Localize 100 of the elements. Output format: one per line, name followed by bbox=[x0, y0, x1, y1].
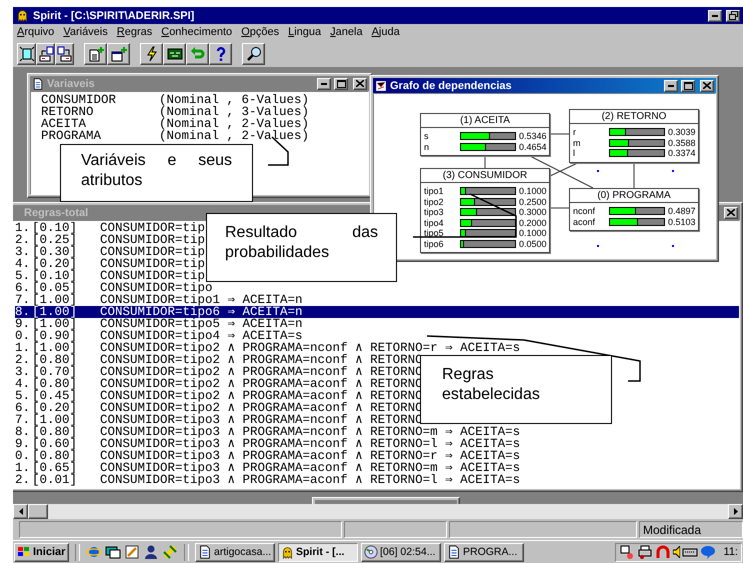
rule-weight: [0.10] bbox=[32, 270, 78, 282]
row-number: 6. bbox=[15, 402, 32, 414]
rule-row[interactable]: 1.[0.10] CONSUMIDOR=tip bbox=[15, 222, 206, 234]
close-icon bbox=[703, 82, 711, 89]
menu-item[interactable]: Regras bbox=[116, 26, 152, 38]
rule-row[interactable]: 9.[0.60] CONSUMIDOR=tipo3 ∧ PROGRAMA=nconf ∧ RETORNO=l ⇒ ACEITA=s bbox=[15, 438, 520, 450]
rule-row[interactable]: 0.[0.90] CONSUMIDOR=tipo4 ⇒ ACEITA=s bbox=[15, 330, 303, 342]
rule-row[interactable]: 8.[1.00] CONSUMIDOR=tipo6 ⇒ ACEITA=n bbox=[15, 306, 739, 318]
graph-node[interactable]: (0) PROGRAMA nconf 0.4897 aconf 0.5103 bbox=[569, 188, 699, 231]
rule-row[interactable]: 2.[0.25] CONSUMIDOR=tip bbox=[15, 234, 206, 246]
scroll-right-button[interactable] bbox=[728, 504, 743, 519]
speaker-icon bbox=[672, 546, 680, 558]
state-label: r bbox=[573, 127, 577, 138]
minimize-button[interactable] bbox=[708, 10, 722, 22]
task-button[interactable]: PROGRA... bbox=[444, 542, 524, 562]
toolbar-button[interactable] bbox=[36, 42, 55, 64]
menu-item[interactable]: Janela bbox=[330, 26, 363, 38]
toolbar-button[interactable] bbox=[209, 42, 232, 64]
probability-value: 0.2500 bbox=[519, 196, 547, 207]
minimize-button[interactable] bbox=[664, 80, 678, 92]
horizontal-scrollbar[interactable] bbox=[13, 504, 743, 519]
menu-item[interactable]: Lingua bbox=[288, 26, 322, 38]
rule-row[interactable]: 1.[0.65] CONSUMIDOR=tipo3 ∧ PROGRAMA=aconf ∧ RETORNO=m ⇒ ACEITA=s bbox=[15, 462, 520, 474]
person-icon bbox=[143, 544, 159, 560]
toolbar-button[interactable] bbox=[55, 42, 74, 64]
rule-text: CONSUMIDOR=tip bbox=[100, 246, 206, 258]
rule-text: CONSUMIDOR=tipo6 ⇒ ACEITA=n bbox=[100, 306, 303, 318]
graph-node[interactable]: (2) RETORNO r 0.3039 m 0.3588 l 0.3374 bbox=[569, 109, 699, 162]
state-label: tipo2 bbox=[424, 196, 445, 207]
toolbar-button[interactable] bbox=[242, 42, 265, 64]
rule-row[interactable]: 2.[0.01] CONSUMIDOR=tipo3 ∧ PROGRAMA=aconf ∧ RETORNO=l ⇒ ACEITA=s bbox=[15, 474, 520, 486]
rule-weight: [0.20] bbox=[32, 258, 78, 270]
rule-weight: [0.05] bbox=[32, 282, 78, 294]
state-label: tipo3 bbox=[424, 207, 445, 218]
maximize-button[interactable] bbox=[334, 78, 348, 90]
task-button[interactable]: [06] 02:54... bbox=[361, 542, 441, 562]
start-button[interactable]: Iniciar bbox=[14, 542, 69, 562]
row-number: 1. bbox=[15, 342, 32, 354]
menu-item[interactable]: Variáveis bbox=[63, 26, 108, 38]
toolbar-button[interactable] bbox=[107, 42, 130, 64]
toolbar-button[interactable] bbox=[140, 42, 163, 64]
callout-box: Resultado das probabilidades bbox=[206, 213, 397, 282]
rule-text: CONSUMIDOR=tipo3 ∧ PROGRAMA=aconf ∧ RETORNO=m ⇒ ACEITA=s bbox=[100, 462, 520, 474]
row-number: 8. bbox=[15, 426, 32, 438]
rule-text: CONSUMIDOR=tipo3 ∧ PROGRAMA=nconf ∧ RETORNO=l ⇒ ACEITA=s bbox=[100, 438, 520, 450]
graph-node[interactable]: (1) ACEITA s 0.5346 n 0.4654 bbox=[420, 113, 550, 156]
probability-value: 0.5346 bbox=[519, 131, 547, 142]
close-button[interactable] bbox=[700, 80, 714, 92]
rule-row[interactable]: 9.[1.00] CONSUMIDOR=tipo5 ⇒ ACEITA=n bbox=[15, 318, 303, 330]
scroll-left-button[interactable] bbox=[13, 504, 28, 519]
task-button[interactable]: Spirit - [... bbox=[278, 542, 358, 562]
restore-icon bbox=[728, 11, 738, 20]
rule-text: CONSUMIDOR=tipo1 ⇒ ACEITA=n bbox=[100, 294, 303, 306]
row-number: 0. bbox=[15, 330, 32, 342]
state-label: m bbox=[573, 138, 582, 148]
chat-bubble-icon bbox=[700, 544, 716, 560]
scroll-thumb[interactable] bbox=[28, 504, 48, 519]
rule-text: CONSUMIDOR=tip bbox=[100, 270, 206, 282]
rule-row[interactable]: 7.[1.00] CONSUMIDOR=tipo1 ⇒ ACEITA=n bbox=[15, 294, 303, 306]
arrow-icon bbox=[190, 46, 206, 62]
rule-row[interactable]: 3.[0.30] CONSUMIDOR=tip bbox=[15, 246, 206, 258]
rule-row[interactable]: 1.[1.00] CONSUMIDOR=tipo2 ∧ PROGRAMA=nconf ∧ RETORNO=r ⇒ ACEITA=s bbox=[15, 342, 520, 354]
toolbar-button[interactable] bbox=[163, 42, 186, 64]
variable-name: ACEITA bbox=[41, 118, 86, 130]
window-title: Spirit - [C:\SPIRIT\ADERIR.SPI] bbox=[33, 10, 194, 22]
rule-weight: [0.25] bbox=[32, 234, 78, 246]
rule-row[interactable]: 8.[0.80] CONSUMIDOR=tipo3 ∧ PROGRAMA=nconf ∧ RETORNO=m ⇒ ACEITA=s bbox=[15, 426, 520, 438]
rule-text: CONSUMIDOR=tip bbox=[100, 234, 206, 246]
task-button[interactable]: artigocasa... bbox=[195, 542, 275, 562]
rule-row[interactable]: 0.[0.80] CONSUMIDOR=tipo3 ∧ PROGRAMA=aconf ∧ RETORNO=r ⇒ ACEITA=s bbox=[15, 450, 520, 462]
row-number: 6. bbox=[15, 282, 32, 294]
rule-weight: [0.60] bbox=[32, 438, 78, 450]
probability-value: 0.5103 bbox=[668, 216, 696, 227]
toolbar-button[interactable] bbox=[186, 42, 209, 64]
rule-weight: [0.80] bbox=[32, 450, 78, 462]
rule-text: CONSUMIDOR=tipo3 ∧ PROGRAMA=aconf ∧ RETORNO=r ⇒ ACEITA=s bbox=[100, 450, 520, 462]
rule-row[interactable]: 6.[0.05] CONSUMIDOR=tipo bbox=[15, 282, 213, 294]
close-button[interactable] bbox=[724, 206, 738, 218]
rule-text: CONSUMIDOR=tipo5 ⇒ ACEITA=n bbox=[100, 318, 303, 330]
menu-item[interactable]: Conhecimento bbox=[161, 26, 232, 38]
toolbar-button[interactable] bbox=[84, 42, 107, 64]
toolbar-button[interactable] bbox=[17, 42, 36, 64]
window-title: Grafo de dependencias bbox=[390, 80, 512, 92]
menu-item[interactable]: Opções bbox=[241, 26, 280, 38]
maximize-icon bbox=[684, 82, 692, 90]
menu-item[interactable]: Arquivo bbox=[17, 26, 54, 38]
maximize-icon bbox=[336, 80, 346, 88]
minimize-button[interactable] bbox=[317, 78, 331, 90]
restore-button[interactable] bbox=[726, 10, 740, 22]
minimize-icon bbox=[712, 14, 718, 16]
graph-node[interactable]: (3) CONSUMIDOR tipo1 0.1000 tipo2 0.2500 tipo3 0.3000 tipo4 0.2000 tipo5 0.1000 tipo6 0.0500 bbox=[420, 168, 550, 253]
rule-row[interactable]: 4.[0.20] CONSUMIDOR=tip bbox=[15, 258, 206, 270]
row-number: 7. bbox=[15, 294, 32, 306]
row-number: 2. bbox=[15, 474, 32, 486]
rule-weight: [0.45] bbox=[32, 390, 78, 402]
menu-item[interactable]: Ajuda bbox=[372, 26, 400, 38]
rule-row[interactable]: 5.[0.10] CONSUMIDOR=tip bbox=[15, 270, 206, 282]
close-button[interactable] bbox=[353, 78, 367, 90]
maximize-button[interactable] bbox=[681, 80, 695, 92]
magnifier-icon bbox=[246, 46, 262, 62]
